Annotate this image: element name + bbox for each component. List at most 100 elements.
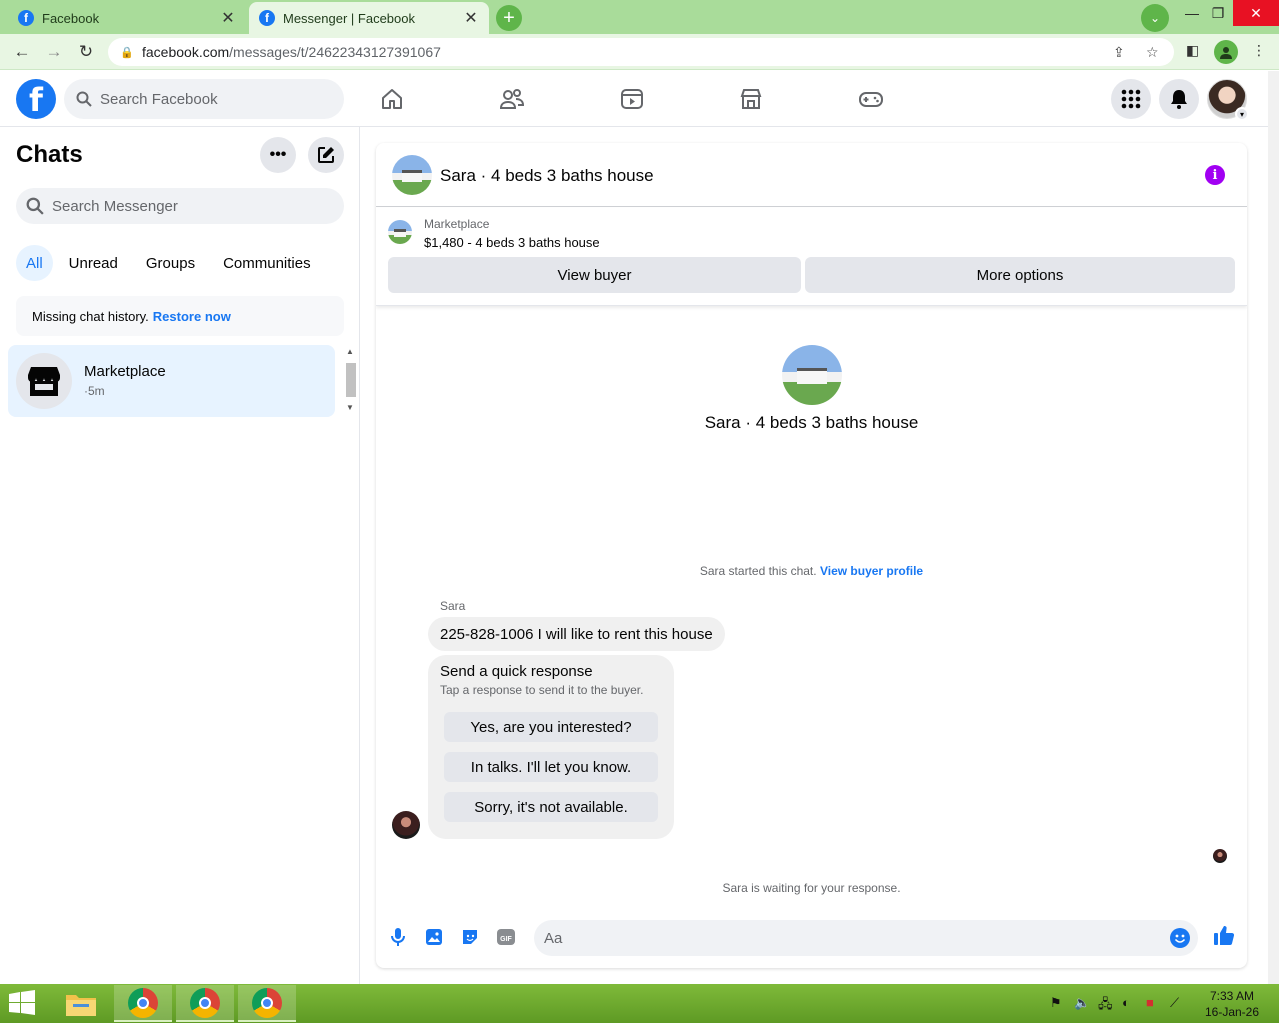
tray-record-icon[interactable]: ■ — [1146, 995, 1154, 1010]
more-options-button[interactable]: More options — [805, 257, 1235, 293]
facebook-search-input[interactable]: Search Facebook — [64, 79, 344, 119]
tab-facebook[interactable]: f Facebook ✕ — [8, 2, 246, 34]
filter-communities[interactable]: Communities — [211, 245, 323, 281]
quick-reply-not-available[interactable]: Sorry, it's not available. — [444, 792, 658, 822]
quick-reply-interested[interactable]: Yes, are you interested? — [444, 712, 658, 742]
tab-search-chevron-icon[interactable]: ⌄ — [1141, 4, 1169, 32]
view-buyer-button[interactable]: View buyer — [388, 257, 801, 293]
side-panel-icon[interactable]: ◧ — [1186, 42, 1199, 59]
search-icon — [26, 197, 44, 215]
file-explorer-icon[interactable] — [52, 985, 110, 1022]
account-avatar[interactable]: ▾ — [1207, 79, 1249, 121]
network-icon[interactable]: 🖧 — [1098, 995, 1113, 1017]
search-icon — [76, 91, 92, 107]
more-options-icon[interactable]: ••• — [260, 137, 296, 173]
chrome-taskbar-icon[interactable] — [114, 985, 172, 1022]
windows-taskbar: ⚑ 🔈 🖧 ◐ ■ ⟋ 7:33 AM 16-Jan-26 — [0, 984, 1279, 1023]
restore-now-link[interactable]: Restore now — [153, 309, 231, 324]
chat-started-notice: Sara started this chat. View buyer profi… — [376, 564, 1247, 578]
tab-close-icon[interactable]: ✕ — [220, 8, 236, 28]
sender-name: Sara — [440, 599, 466, 613]
forward-arrow-icon[interactable]: → — [43, 41, 65, 63]
marketplace-label: Marketplace — [424, 217, 490, 231]
chrome-taskbar-icon[interactable] — [176, 985, 234, 1022]
chats-sidebar: Chats ••• Search Messenger All Unread Gr… — [0, 127, 360, 984]
photo-gallery-icon[interactable] — [423, 926, 445, 948]
share-icon[interactable]: ⇪ — [1113, 44, 1125, 61]
new-tab-button[interactable]: + — [496, 5, 522, 31]
scroll-up-icon[interactable]: ▲ — [346, 347, 354, 356]
url-path: /messages/t/24622343127391067 — [229, 44, 441, 60]
watch-icon[interactable] — [618, 85, 646, 113]
restore-history-banner: Missing chat history. Restore now — [16, 296, 344, 336]
chats-title: Chats — [16, 141, 83, 168]
chrome-taskbar-icon[interactable] — [238, 985, 296, 1022]
volume-icon[interactable]: 🔈 — [1074, 995, 1090, 1011]
reload-icon[interactable]: ↻ — [75, 41, 97, 63]
message-placeholder: Aa — [544, 929, 563, 947]
sender-avatar[interactable] — [392, 811, 420, 839]
search-placeholder: Search Facebook — [100, 90, 218, 108]
browser-menu-icon[interactable]: ⋮ — [1252, 42, 1266, 59]
browser-tabbar: f Facebook ✕ f Messenger | Facebook ✕ + … — [0, 0, 1279, 34]
windows-start-icon[interactable] — [8, 990, 38, 1018]
message-input[interactable]: Aa — [534, 920, 1198, 956]
clock-date: 16-Jan-26 — [1204, 1005, 1260, 1019]
listing-price[interactable]: $1,480 - 4 beds 3 baths house — [424, 235, 600, 250]
tab-close-icon[interactable]: ✕ — [463, 8, 479, 28]
bookmark-star-icon[interactable]: ☆ — [1146, 44, 1159, 61]
info-icon[interactable]: i — [1205, 165, 1225, 185]
back-arrow-icon[interactable]: ← — [11, 41, 33, 63]
chat-list-scrollbar[interactable]: ▲ ▼ — [344, 345, 358, 415]
scrollbar-thumb[interactable] — [346, 363, 356, 397]
chat-filters: All Unread Groups Communities — [16, 245, 327, 281]
tab-messenger[interactable]: f Messenger | Facebook ✕ — [249, 2, 489, 34]
quick-reply-in-talks[interactable]: In talks. I'll let you know. — [444, 752, 658, 782]
tray-pen-icon[interactable]: ⟋ — [1170, 995, 1179, 1011]
conversation-title[interactable]: Sara · 4 beds 3 baths house — [440, 166, 654, 186]
gaming-icon[interactable] — [857, 85, 885, 113]
tray-app-icon[interactable]: ◐ — [1122, 995, 1130, 1010]
url-bar[interactable]: 🔒 facebook.com/messages/t/24622343127391… — [108, 38, 1174, 66]
url-domain: facebook.com — [142, 44, 230, 60]
scroll-down-icon[interactable]: ▼ — [346, 403, 354, 412]
filter-all[interactable]: All — [16, 245, 53, 281]
chat-list-item[interactable]: Marketplace ·5m — [8, 345, 335, 417]
conversation-header: Sara · 4 beds 3 baths house i — [376, 143, 1247, 207]
menu-grid-icon[interactable] — [1111, 79, 1151, 119]
facebook-favicon-icon: f — [18, 10, 34, 26]
clock-time: 7:33 AM — [1209, 989, 1255, 1003]
sticker-icon[interactable] — [459, 926, 481, 948]
search-placeholder: Search Messenger — [52, 197, 178, 215]
action-center-flag-icon[interactable]: ⚑ — [1050, 995, 1062, 1011]
gif-icon[interactable]: GIF — [495, 926, 517, 948]
filter-unread[interactable]: Unread — [57, 245, 130, 281]
hero-name: Sara · 4 beds 3 baths house — [704, 413, 919, 432]
house-avatar[interactable] — [392, 155, 432, 195]
friends-icon[interactable] — [498, 85, 526, 113]
message-bubble[interactable]: 225-828-1006 I will like to rent this ho… — [428, 617, 725, 651]
messenger-search-input[interactable]: Search Messenger — [16, 188, 344, 224]
message-composer: GIF Aa — [376, 918, 1247, 958]
view-buyer-profile-link[interactable]: View buyer profile — [820, 564, 923, 578]
close-window-button[interactable]: ✕ — [1233, 0, 1279, 26]
marketplace-listing-bar: Marketplace $1,480 - 4 beds 3 baths hous… — [376, 208, 1247, 306]
page-scrollbar[interactable] — [1268, 71, 1279, 984]
facebook-logo-icon[interactable]: f — [16, 79, 56, 119]
quick-response-title: Send a quick response — [440, 663, 593, 680]
marketplace-icon[interactable] — [737, 85, 765, 113]
emoji-icon[interactable] — [1170, 928, 1190, 948]
started-text: Sara started this chat. — [699, 564, 817, 578]
profile-icon[interactable] — [1214, 40, 1238, 64]
new-message-icon[interactable] — [308, 137, 344, 173]
marketplace-store-icon — [16, 353, 72, 409]
thumbs-up-icon[interactable] — [1213, 924, 1235, 946]
microphone-icon[interactable] — [387, 926, 409, 948]
home-icon[interactable] — [378, 85, 406, 113]
svg-text:GIF: GIF — [500, 936, 512, 943]
system-clock[interactable]: 7:33 AM 16-Jan-26 — [1196, 988, 1268, 1020]
chat-time: ·5m — [84, 384, 105, 398]
lock-icon: 🔒 — [120, 47, 134, 59]
notifications-bell-icon[interactable] — [1159, 79, 1199, 119]
filter-groups[interactable]: Groups — [134, 245, 207, 281]
